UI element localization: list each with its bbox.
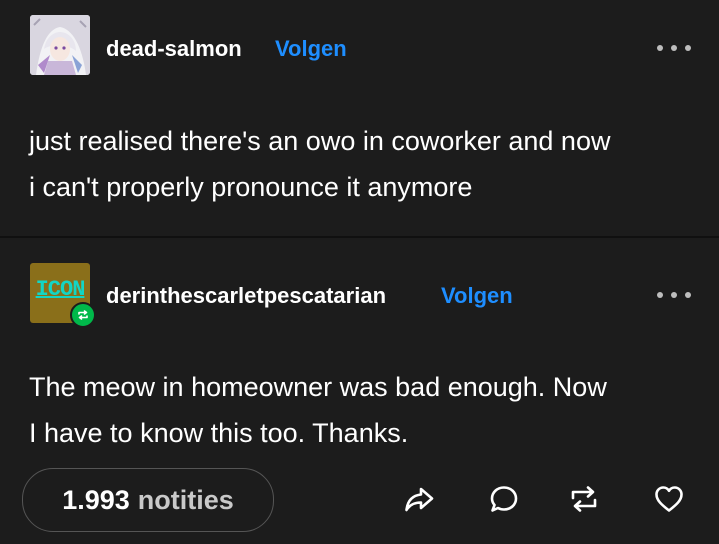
notes-button[interactable]: 1.993 notities [22,468,274,532]
post-body: just realised there's an owo in coworker… [29,118,699,210]
notes-label: notities [137,484,234,515]
post-divider [0,236,719,238]
avatar[interactable] [30,15,90,75]
reblog-body: The meow in homeowner was bad enough. No… [29,364,699,456]
reply-icon[interactable] [487,482,521,516]
reblog-badge-icon [70,302,96,328]
post-body-line: just realised there's an owo in coworker… [29,126,611,156]
reblog-icon[interactable] [567,482,601,516]
post-body-line: The meow in homeowner was bad enough. No… [29,372,607,402]
notes-count: 1.993 [62,484,130,515]
follow-button[interactable]: Volgen [275,36,347,62]
like-icon[interactable] [652,482,686,516]
more-options-icon[interactable] [657,38,691,58]
follow-button[interactable]: Volgen [441,283,513,309]
post-body-line: I have to know this too. Thanks. [29,418,409,448]
share-icon[interactable] [402,482,436,516]
post-username[interactable]: dead-salmon [106,36,242,62]
reblogger-username[interactable]: derinthescarletpescatarian [106,283,386,309]
post-original: dead-salmon Volgen just realised there's… [0,0,719,236]
avatar-text: ICON [35,277,86,302]
post-body-line: i can't properly pronounce it anymore [29,172,473,202]
more-options-icon[interactable] [657,285,691,305]
